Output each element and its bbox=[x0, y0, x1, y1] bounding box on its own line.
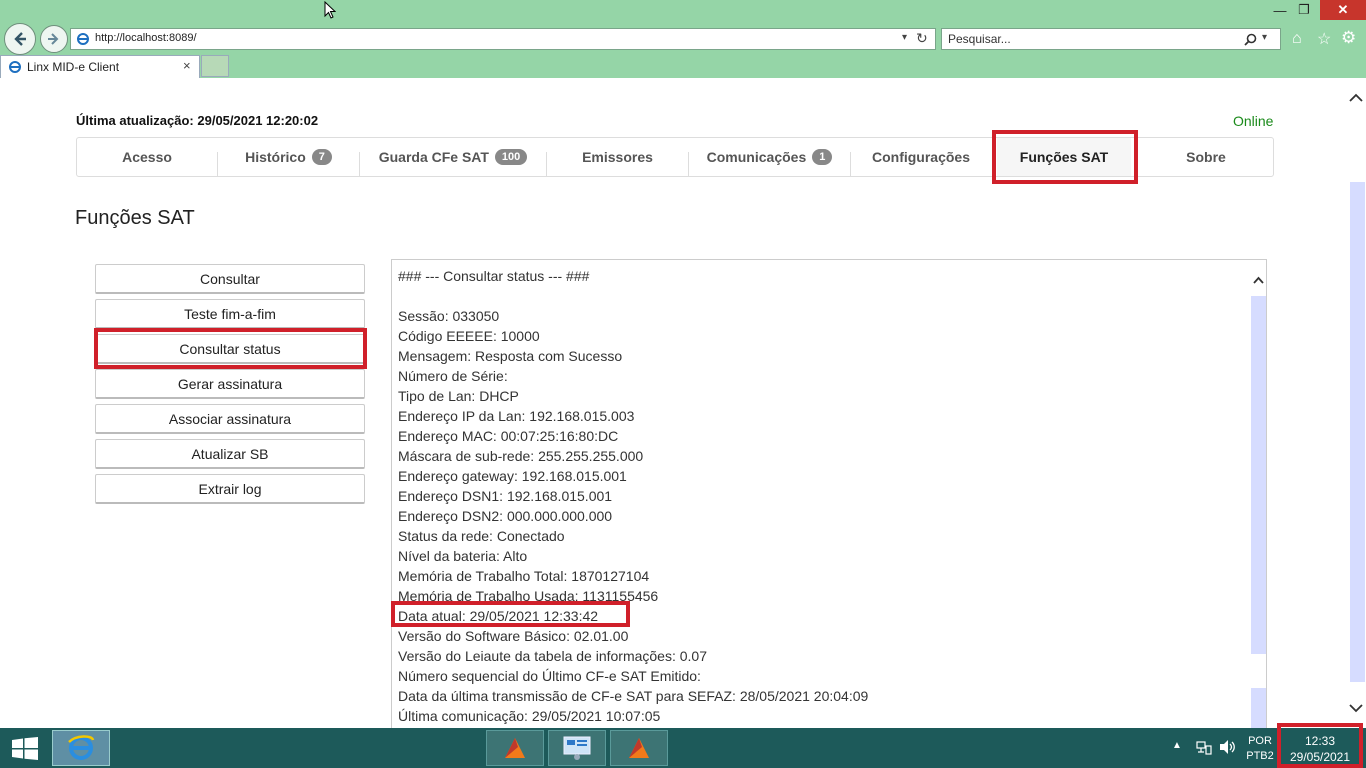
page-title: Funções SAT bbox=[75, 207, 195, 229]
output-line: Endereço MAC: 00:07:25:16:80:DC bbox=[398, 428, 619, 444]
new-tab-button[interactable] bbox=[201, 55, 229, 77]
tab-acesso[interactable]: Acesso bbox=[77, 138, 217, 176]
tab-historico[interactable]: Histórico 7 bbox=[218, 138, 359, 176]
address-text: http://localhost:8089/ bbox=[95, 32, 197, 44]
forward-arrow-icon bbox=[48, 33, 59, 45]
scroll-up-icon[interactable] bbox=[1251, 264, 1266, 296]
gerar-assinatura-button[interactable]: Gerar assinatura bbox=[95, 369, 365, 399]
close-window-button[interactable]: ✕ bbox=[1320, 0, 1366, 20]
tab-close-icon[interactable]: × bbox=[183, 58, 191, 73]
output-line: Versão do Software Básico: 02.01.00 bbox=[398, 628, 629, 644]
output-line: Código EEEEE: 10000 bbox=[398, 328, 540, 344]
output-line: Sessão: 033050 bbox=[398, 308, 500, 324]
tab-guarda-cfe-sat[interactable]: Guarda CFe SAT 100 bbox=[360, 138, 546, 176]
search-icon bbox=[1244, 33, 1257, 46]
back-button[interactable] bbox=[4, 23, 36, 55]
status-output-box[interactable]: ### --- Consultar status --- ### Sessão:… bbox=[391, 259, 1267, 729]
output-line: Tipo de Lan: DHCP bbox=[398, 388, 519, 404]
output-line: Máscara de sub-rede: 255.255.255.000 bbox=[398, 448, 644, 464]
output-line: Memória de Trabalho Total: 1870127104 bbox=[398, 568, 650, 584]
output-line: Número sequencial do Último CF-e SAT Emi… bbox=[398, 668, 701, 684]
highlight-consultar-status bbox=[94, 328, 367, 369]
page-scroll-down-icon[interactable] bbox=[1349, 700, 1363, 718]
guarda-cfe-badge: 100 bbox=[494, 149, 528, 165]
highlight-funcoes-tab bbox=[992, 130, 1138, 184]
browser-tab[interactable]: Linx MID-e Client × bbox=[0, 55, 200, 78]
tray-overflow-icon[interactable]: ▲ bbox=[1172, 740, 1182, 751]
address-bar[interactable]: http://localhost:8089/ ▾ ↻ bbox=[70, 28, 936, 50]
extrair-log-button[interactable]: Extrair log bbox=[95, 474, 365, 504]
ie-page-icon bbox=[77, 33, 89, 45]
teste-fim-a-fim-button[interactable]: Teste fim-a-fim bbox=[95, 299, 365, 329]
output-line: ### --- Consultar status --- ### bbox=[398, 268, 590, 284]
output-line: Data da última transmissão de CF-e SAT p… bbox=[398, 688, 869, 704]
taskbar: ▲ POR PTB2 12:33 29/05/2021 bbox=[0, 728, 1366, 768]
output-line: Endereço DSN2: 000.000.000.000 bbox=[398, 508, 613, 524]
output-scrollbar[interactable] bbox=[1251, 264, 1266, 729]
language-indicator[interactable]: POR PTB2 bbox=[1244, 734, 1276, 764]
dropdown-arrow-icon[interactable]: ▾ bbox=[902, 32, 907, 43]
online-status: Online bbox=[1233, 113, 1274, 129]
tab-sobre[interactable]: Sobre bbox=[1137, 138, 1275, 176]
scroll-gap bbox=[1251, 654, 1266, 688]
tab-comunicacoes[interactable]: Comunicações 1 bbox=[689, 138, 850, 176]
output-line: Mensagem: Resposta com Sucesso bbox=[398, 348, 623, 364]
taskbar-app-monitor[interactable] bbox=[548, 730, 606, 766]
browser-chrome: http://localhost:8089/ ▾ ↻ Pesquisar... … bbox=[0, 0, 1366, 78]
gear-icon[interactable]: ⚙ bbox=[1341, 28, 1356, 48]
highlight-clock bbox=[1277, 723, 1363, 768]
mouse-cursor-icon bbox=[324, 1, 336, 19]
output-lines: ### --- Consultar status --- ### Sessão:… bbox=[398, 266, 868, 726]
output-line: Endereço IP da Lan: 192.168.015.003 bbox=[398, 408, 635, 424]
tab-title: Linx MID-e Client bbox=[27, 60, 120, 74]
search-box[interactable]: Pesquisar... ▾ bbox=[941, 28, 1281, 50]
favorites-star-icon[interactable]: ☆ bbox=[1317, 29, 1331, 49]
home-icon[interactable]: ⌂ bbox=[1292, 30, 1302, 48]
output-line: Nível da bateria: Alto bbox=[398, 548, 528, 564]
tab-configuracoes[interactable]: Configurações bbox=[851, 138, 991, 176]
ie-tab-icon bbox=[9, 61, 21, 73]
page-scroll-up-icon[interactable] bbox=[1349, 90, 1363, 108]
output-line: Última comunicação: 29/05/2021 10:07:05 bbox=[398, 708, 661, 724]
search-dropdown-icon[interactable]: ▾ bbox=[1262, 32, 1267, 43]
last-update-text: Última atualização: 29/05/2021 12:20:02 bbox=[76, 113, 319, 128]
highlight-data-atual bbox=[391, 601, 630, 627]
output-line: Endereço DSN1: 192.168.015.001 bbox=[398, 488, 613, 504]
atualizar-sb-button[interactable]: Atualizar SB bbox=[95, 439, 365, 469]
historico-badge: 7 bbox=[311, 149, 332, 165]
network-icon[interactable] bbox=[1196, 740, 1212, 760]
output-line: Versão do Leiaute da tabela de informaçõ… bbox=[398, 648, 707, 664]
consultar-button[interactable]: Consultar bbox=[95, 264, 365, 294]
output-line: Status da rede: Conectado bbox=[398, 528, 565, 544]
search-placeholder: Pesquisar... bbox=[948, 32, 1011, 46]
output-line: Endereço gateway: 192.168.015.001 bbox=[398, 468, 627, 484]
refresh-icon[interactable]: ↻ bbox=[916, 30, 928, 47]
forward-button[interactable] bbox=[40, 25, 68, 53]
windows-start-icon[interactable] bbox=[12, 737, 38, 765]
taskbar-ie-icon[interactable] bbox=[52, 730, 110, 766]
associar-assinatura-button[interactable]: Associar assinatura bbox=[95, 404, 365, 434]
taskbar-app-linx-2[interactable] bbox=[610, 730, 668, 766]
back-arrow-icon bbox=[14, 32, 26, 46]
restore-button[interactable]: ❐ bbox=[1290, 0, 1318, 20]
tab-emissores[interactable]: Emissores bbox=[547, 138, 688, 176]
taskbar-app-linx-1[interactable] bbox=[486, 730, 544, 766]
comunicacoes-badge: 1 bbox=[812, 149, 833, 165]
output-line: Número de Série: bbox=[398, 368, 508, 384]
speaker-icon[interactable] bbox=[1219, 739, 1236, 760]
page-scrollbar[interactable] bbox=[1350, 182, 1365, 682]
